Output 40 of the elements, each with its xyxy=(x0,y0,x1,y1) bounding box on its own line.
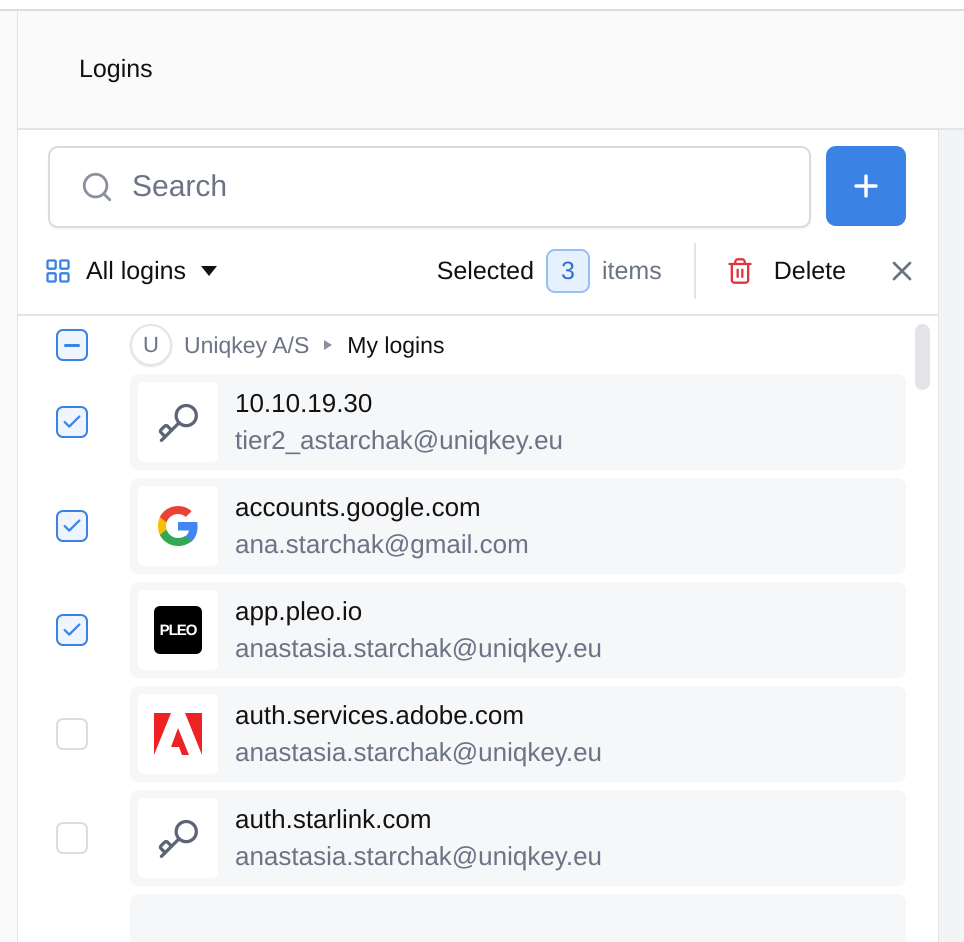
grid-icon xyxy=(44,257,72,285)
login-username: tier2_astarchak@uniqkey.eu xyxy=(235,425,563,456)
login-card[interactable]: PLEO app.pleo.io anastasia.starchak@uniqkey.eu xyxy=(130,582,906,678)
scrollbar-thumb[interactable] xyxy=(914,324,930,390)
login-username: ana.starchak@gmail.com xyxy=(235,529,529,560)
login-username: anastasia.starchak@uniqkey.eu xyxy=(235,633,602,664)
items-label: items xyxy=(602,256,662,286)
login-card[interactable]: 10.10.19.30 tier2_astarchak@uniqkey.eu xyxy=(130,374,906,470)
page-title: Logins xyxy=(79,55,153,84)
search-icon xyxy=(80,170,114,204)
login-title: 10.10.19.30 xyxy=(235,388,374,419)
pleo-logo: PLEO xyxy=(154,606,202,654)
trash-icon xyxy=(726,257,754,285)
organization-avatar: U xyxy=(130,324,172,366)
login-username: anastasia.starchak@uniqkey.eu xyxy=(235,737,602,768)
search-input[interactable]: Search xyxy=(130,169,779,205)
row-checkbox[interactable] xyxy=(56,510,88,542)
breadcrumb-current: My logins xyxy=(347,332,444,358)
login-card[interactable]: auth.services.adobe.com anastasia.starchak@uniqkey.eu xyxy=(130,686,906,782)
login-title: app.pleo.io xyxy=(235,596,364,627)
login-title: accounts.google.com xyxy=(235,492,482,523)
select-all-checkbox[interactable] xyxy=(56,329,88,361)
selected-label: Selected xyxy=(436,256,534,286)
adobe-logo xyxy=(154,713,202,755)
chevron-icon xyxy=(323,339,334,351)
search-field[interactable]: Search xyxy=(48,146,811,228)
minus-icon xyxy=(64,344,80,346)
login-username: anastasia.starchak@uniqkey.eu xyxy=(235,841,602,872)
login-title: auth.services.adobe.com xyxy=(235,700,526,731)
delete-button[interactable]: Delete xyxy=(726,256,846,286)
login-card[interactable]: auth.starlink.com anastasia.starchak@uniqkey.eu xyxy=(130,790,906,886)
login-card[interactable]: accounts.google.com ana.starchak@gmail.com xyxy=(130,478,906,574)
add-button[interactable] xyxy=(826,146,906,226)
filter-dropdown[interactable]: All logins xyxy=(44,256,218,286)
row-checkbox[interactable] xyxy=(56,406,88,438)
selected-count: 3 xyxy=(546,249,590,293)
breadcrumb-link[interactable]: Uniqkey A/S xyxy=(184,332,310,358)
row-checkbox[interactable] xyxy=(56,614,88,646)
login-title: auth.starlink.com xyxy=(235,804,433,835)
caret-icon xyxy=(200,265,218,277)
